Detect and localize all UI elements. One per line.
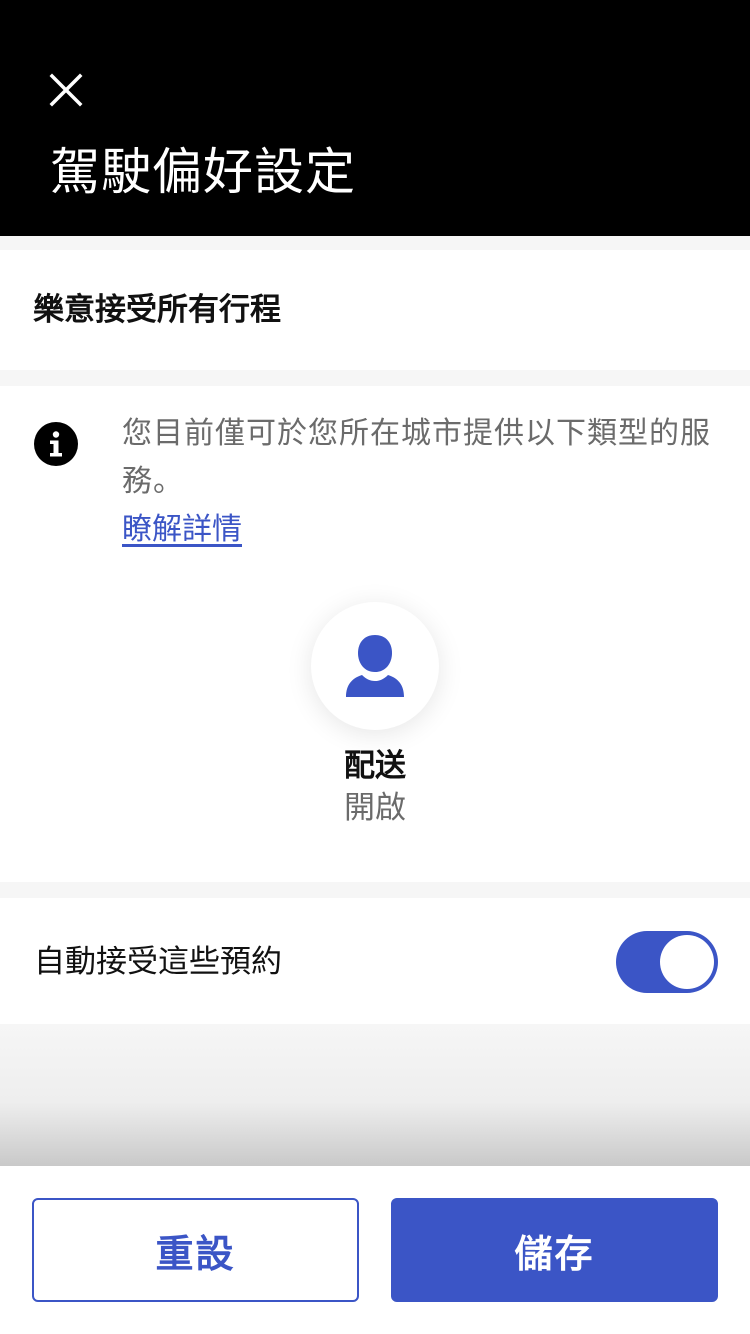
- info-icon: [34, 422, 78, 466]
- auto-accept-label: 自動接受這些預約: [34, 944, 282, 980]
- save-button[interactable]: 儲存: [391, 1198, 718, 1302]
- footer-shadow: [0, 1024, 750, 1166]
- toggle-knob: [660, 935, 714, 989]
- page-title: 駕駛偏好設定: [50, 143, 356, 201]
- service-name: 配送: [344, 748, 406, 784]
- auto-accept-toggle[interactable]: [616, 931, 718, 993]
- info-message: 您目前僅可於您所在城市提供以下類型的服務。: [122, 416, 711, 499]
- header-bar: 駕駛偏好設定: [0, 0, 750, 236]
- learn-more-link[interactable]: 瞭解詳情: [122, 506, 242, 554]
- accept-all-label: 樂意接受所有行程: [33, 292, 281, 328]
- close-icon: [49, 73, 83, 107]
- delivery-service-button[interactable]: [311, 602, 439, 730]
- close-button[interactable]: [40, 62, 92, 114]
- person-icon: [346, 635, 404, 697]
- service-status: 開啟: [344, 790, 406, 826]
- reset-button[interactable]: 重設: [32, 1198, 359, 1302]
